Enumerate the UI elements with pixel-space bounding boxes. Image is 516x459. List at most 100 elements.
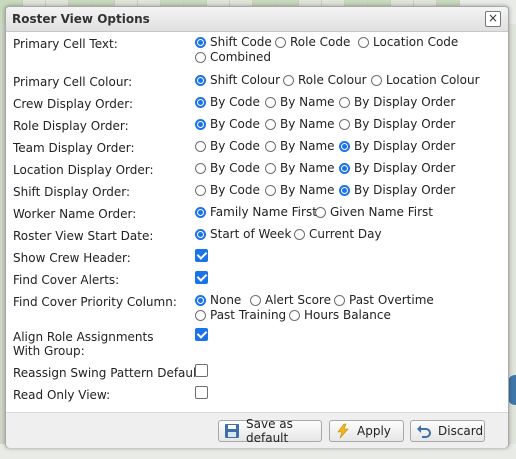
radio-option-label: Location Colour (386, 73, 480, 87)
option-label: Worker Name Order: (13, 207, 137, 221)
radio-option-label: By Display Order (354, 95, 456, 109)
radio-button[interactable] (339, 97, 350, 108)
checkbox[interactable] (195, 386, 208, 399)
radio-button[interactable] (195, 75, 206, 86)
radio-button[interactable] (195, 295, 206, 306)
radio-option[interactable]: By Name (265, 117, 335, 131)
radio-button[interactable] (265, 119, 276, 130)
radio-button[interactable] (195, 310, 206, 321)
radio-button[interactable] (250, 295, 261, 306)
radio-button[interactable] (265, 185, 276, 196)
radio-button[interactable] (289, 310, 300, 321)
checkbox[interactable] (195, 249, 208, 262)
radio-button[interactable] (195, 207, 206, 218)
radio-option-label: By Display Order (354, 117, 456, 131)
radio-option[interactable]: By Name (265, 139, 335, 153)
option-label: Team Display Order: (13, 141, 135, 155)
radio-option[interactable]: By Display Order (339, 95, 455, 109)
radio-option[interactable]: Location Code (358, 35, 458, 49)
radio-option[interactable]: By Display Order (339, 183, 455, 197)
radio-button[interactable] (334, 295, 345, 306)
dialog-titlebar[interactable]: Roster View Options × (6, 7, 508, 32)
radio-option[interactable]: Shift Code (195, 35, 272, 49)
radio-option[interactable]: Start of Week (195, 227, 291, 241)
radio-button[interactable] (339, 185, 350, 196)
roster-view-options-dialog: Roster View Options × Primary Cell Text:… (5, 6, 509, 448)
radio-option-label: Start of Week (210, 227, 292, 241)
undo-icon (416, 423, 432, 439)
radio-option[interactable]: Alert Score (250, 293, 331, 307)
apply-button[interactable]: Apply (329, 420, 404, 442)
radio-option[interactable]: Combined (195, 50, 271, 64)
radio-button[interactable] (339, 119, 350, 130)
radio-option[interactable]: Given Name First (315, 205, 433, 219)
radio-option[interactable]: Hours Balance (289, 308, 391, 322)
radio-option-label: Past Overtime (349, 293, 434, 307)
radio-option[interactable]: Location Colour (371, 73, 480, 87)
save-as-default-label: Save as default (246, 417, 293, 445)
close-icon[interactable]: × (485, 11, 501, 27)
option-label: Role Display Order: (13, 119, 129, 133)
radio-button[interactable] (371, 75, 382, 86)
radio-option-label: By Display Order (354, 139, 456, 153)
radio-button[interactable] (265, 141, 276, 152)
save-icon (224, 423, 240, 439)
option-label: Align Role Assignments With Group: (13, 330, 154, 358)
radio-option[interactable]: None (195, 293, 241, 307)
radio-button[interactable] (358, 37, 369, 48)
save-as-default-button[interactable]: Save as default (218, 417, 322, 445)
checkbox[interactable] (195, 364, 208, 377)
apply-label: Apply (357, 424, 391, 438)
radio-button[interactable] (195, 52, 206, 63)
radio-option[interactable]: By Code (195, 183, 260, 197)
radio-button[interactable] (283, 75, 294, 86)
radio-option[interactable]: By Name (265, 183, 335, 197)
radio-button[interactable] (195, 141, 206, 152)
option-label: Location Display Order: (13, 163, 154, 177)
radio-option[interactable]: Role Colour (283, 73, 367, 87)
radio-option[interactable]: Past Overtime (334, 293, 434, 307)
dialog-footer: Save as default Apply Discard (6, 412, 508, 448)
radio-button[interactable] (265, 163, 276, 174)
option-label: Find Cover Alerts: (13, 273, 120, 287)
radio-option[interactable]: Shift Colour (195, 73, 280, 87)
option-label: Find Cover Priority Column: (13, 295, 177, 309)
radio-button[interactable] (195, 185, 206, 196)
radio-option[interactable]: By Name (265, 161, 335, 175)
radio-button[interactable] (195, 163, 206, 174)
discard-button[interactable]: Discard (410, 420, 485, 442)
radio-option[interactable]: By Display Order (339, 161, 455, 175)
radio-option[interactable]: By Name (265, 95, 335, 109)
radio-option[interactable]: By Display Order (339, 117, 455, 131)
radio-button[interactable] (339, 141, 350, 152)
scroll-handle[interactable] (508, 375, 516, 405)
radio-button[interactable] (315, 207, 326, 218)
radio-button[interactable] (265, 97, 276, 108)
radio-option-label: Role Code (290, 35, 351, 49)
option-label: Primary Cell Text: (13, 37, 118, 51)
checkbox[interactable] (195, 271, 208, 284)
radio-option-label: Hours Balance (304, 308, 391, 322)
radio-button[interactable] (195, 37, 206, 48)
radio-button[interactable] (195, 229, 206, 240)
radio-option[interactable]: By Code (195, 161, 260, 175)
radio-option-label: Shift Colour (210, 73, 281, 87)
radio-option-label: Given Name First (330, 205, 434, 219)
radio-button[interactable] (339, 163, 350, 174)
radio-button[interactable] (195, 119, 206, 130)
radio-button[interactable] (275, 37, 286, 48)
checkbox[interactable] (195, 328, 208, 341)
radio-option-label: Shift Code (210, 35, 272, 49)
radio-option[interactable]: By Display Order (339, 139, 455, 153)
radio-option[interactable]: By Code (195, 95, 260, 109)
radio-option[interactable]: By Code (195, 117, 260, 131)
radio-option[interactable]: Current Day (294, 227, 382, 241)
radio-option-label: Alert Score (265, 293, 331, 307)
radio-option[interactable]: Past Training (195, 308, 286, 322)
radio-option[interactable]: Family Name First (195, 205, 317, 219)
radio-button[interactable] (294, 229, 305, 240)
radio-option-label: By Name (280, 139, 335, 153)
radio-option[interactable]: Role Code (275, 35, 350, 49)
radio-button[interactable] (195, 97, 206, 108)
radio-option[interactable]: By Code (195, 139, 260, 153)
